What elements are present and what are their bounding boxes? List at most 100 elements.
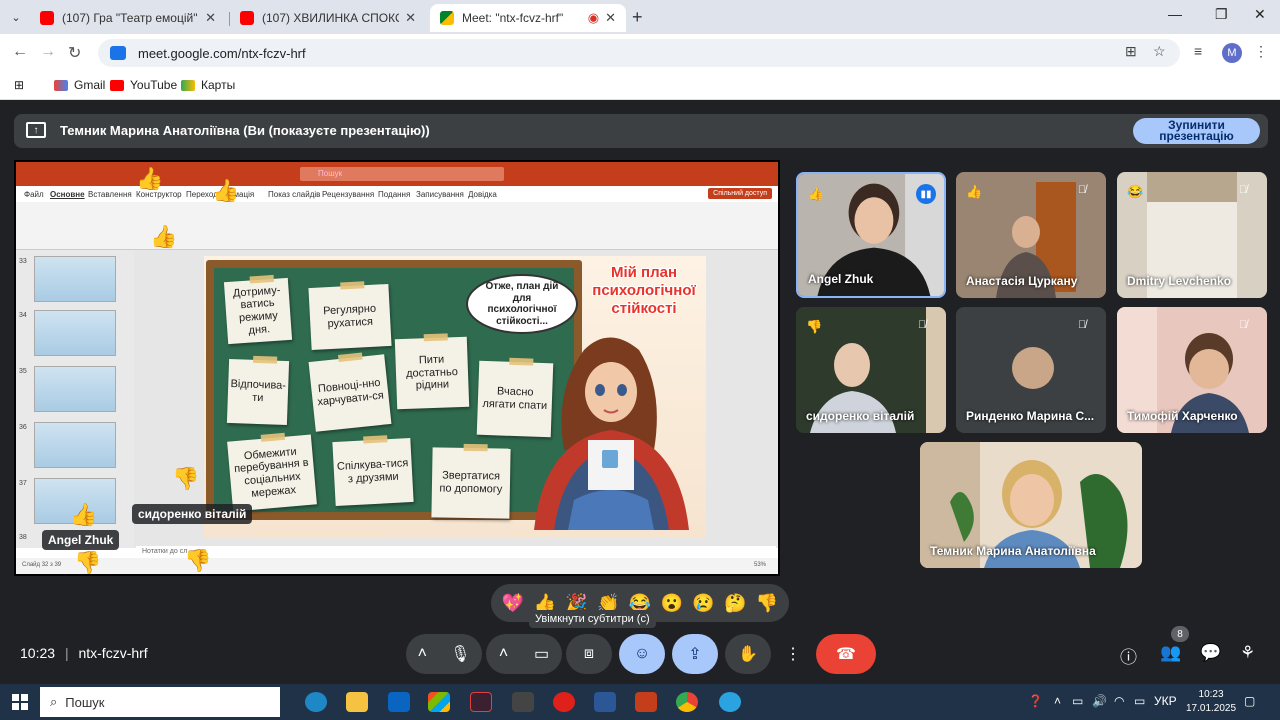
powerpoint-search: Пошук: [300, 167, 504, 181]
close-icon[interactable]: ✕: [605, 10, 616, 26]
thumb-number: 36: [19, 424, 27, 431]
bookmark-youtube[interactable]: YouTube: [110, 78, 177, 92]
participant-tile[interactable]: 🎙̸ Ринденко Марина С...: [956, 307, 1106, 433]
camera-icon[interactable]: ▭: [534, 644, 549, 664]
tab-youtube-2[interactable]: (107) ХВИЛИНКА СПОКОЮ - Y ✕: [230, 4, 426, 32]
stop-presenting-button[interactable]: Зупинити презентацію: [1133, 118, 1260, 144]
close-icon[interactable]: ✕: [205, 10, 216, 26]
participant-tile[interactable]: 😂 🎙̸ Dmitry Levchenko: [1117, 172, 1267, 298]
maximize-icon[interactable]: ❐: [1215, 6, 1228, 23]
bookmark-gmail[interactable]: Gmail: [54, 78, 105, 92]
media-control-icon[interactable]: ≡: [1194, 43, 1202, 59]
translate-icon[interactable]: ⊞: [1125, 43, 1137, 60]
participant-tile[interactable]: 👍 ▮▮ Angel Zhuk: [796, 172, 946, 298]
thumbs-down-reaction[interactable]: 👎: [756, 593, 778, 614]
tray-chevron-icon[interactable]: ˄: [1054, 694, 1061, 708]
surprised-reaction[interactable]: 😮: [661, 593, 683, 614]
notifications-icon[interactable]: ▢: [1244, 694, 1255, 708]
chat-icon[interactable]: 💬: [1200, 643, 1221, 663]
participant-tile[interactable]: 🎙̸ Тимофій Харченко: [1117, 307, 1267, 433]
microphone-control[interactable]: ˄ 🎙: [406, 634, 482, 674]
windows-start-icon[interactable]: [12, 694, 28, 710]
reactions-button[interactable]: ☺: [619, 634, 665, 674]
bookmark-maps[interactable]: Карты: [181, 78, 235, 92]
thinking-reaction[interactable]: 🤔: [724, 593, 746, 614]
minimize-icon[interactable]: —: [1168, 6, 1182, 22]
chevron-up-icon[interactable]: ˄: [418, 645, 427, 663]
tab-meet[interactable]: Meet: "ntx-fcvz-hrf" ◉ ✕: [430, 4, 626, 32]
chrome-icon[interactable]: [676, 692, 698, 712]
people-icon[interactable]: 👥: [1160, 643, 1181, 663]
raise-hand-button[interactable]: ✋: [725, 634, 771, 674]
wifi-icon[interactable]: ◠: [1114, 694, 1124, 708]
more-options-button[interactable]: ⋮: [778, 634, 808, 674]
profile-avatar[interactable]: M: [1222, 43, 1242, 63]
taskbar-search[interactable]: ⌕ Пошук: [40, 687, 280, 717]
reaction-icon: 😂: [1127, 184, 1144, 199]
new-tab-icon[interactable]: +: [632, 7, 643, 28]
more-menu-icon[interactable]: ⋮: [1254, 43, 1268, 60]
thumb-number: 33: [19, 258, 27, 265]
camera-control[interactable]: ˄ ▭: [486, 634, 562, 674]
outlook-icon[interactable]: [388, 692, 410, 712]
tray-app-icon[interactable]: ▭: [1072, 694, 1083, 708]
powerpoint-titlebar: Пошук: [16, 162, 778, 186]
store-icon[interactable]: [428, 692, 450, 712]
present-button[interactable]: ⇪: [672, 634, 718, 674]
file-explorer-icon[interactable]: [346, 692, 368, 712]
bookmark-label: Карты: [201, 78, 236, 92]
url-field[interactable]: meet.google.com/ntx-fczv-hrf: [98, 39, 1180, 67]
powerpoint-icon[interactable]: [635, 692, 657, 712]
reaction-icon: 👎: [806, 319, 823, 334]
close-window-icon[interactable]: ✕: [1254, 6, 1266, 23]
forward-icon[interactable]: →: [40, 43, 56, 61]
mic-muted-icon: 🎙̸: [1239, 184, 1248, 196]
end-call-button[interactable]: ☎: [816, 634, 876, 674]
tab-search-chevron-icon[interactable]: ⌄: [6, 7, 26, 27]
apps-grid-icon[interactable]: ⊞: [14, 78, 24, 92]
participant-tile[interactable]: Темник Марина Анатоліївна: [920, 442, 1142, 568]
chevron-up-icon[interactable]: ˄: [499, 645, 508, 663]
tab-youtube-1[interactable]: (107) Гра "Театр емоцій" - You ✕: [30, 4, 226, 32]
floating-thumbs-down-icon: 👎: [184, 548, 212, 573]
thumb-number: 37: [19, 480, 27, 487]
bookmark-label: Gmail: [74, 78, 106, 92]
captions-button[interactable]: ⧈: [566, 634, 612, 674]
site-info-icon[interactable]: [110, 46, 126, 60]
sparkling-heart-reaction[interactable]: 💖: [502, 593, 524, 614]
floating-thumbs-up-icon: 👍: [70, 502, 98, 527]
mic-muted-icon: 🎙̸: [918, 319, 927, 331]
maps-icon: [181, 79, 195, 91]
info-icon[interactable]: ⓘ: [1120, 643, 1137, 668]
volume-icon[interactable]: 🔊: [1092, 694, 1107, 708]
back-icon[interactable]: ←: [12, 43, 28, 61]
shared-screen: Пошук Файл Основне Вставлення Конструкто…: [14, 160, 780, 576]
telegram-icon[interactable]: [719, 692, 741, 712]
close-icon[interactable]: ✕: [405, 10, 416, 26]
mic-muted-icon: 🎙̸: [1078, 184, 1087, 196]
microphone-icon[interactable]: 🎙: [450, 644, 470, 664]
youtube-icon: [240, 11, 254, 25]
activities-icon[interactable]: ⚘: [1240, 643, 1255, 663]
help-icon[interactable]: ❓: [1028, 694, 1043, 708]
participant-name: Angel Zhuk: [808, 272, 874, 286]
language-indicator[interactable]: УКР: [1154, 694, 1177, 708]
tab-title: (107) Гра "Театр емоцій" - You: [62, 11, 199, 25]
reload-icon[interactable]: ↻: [68, 43, 81, 63]
opera-icon[interactable]: [553, 692, 575, 712]
crying-reaction[interactable]: 😢: [692, 593, 714, 614]
pointer-name-label: сидоренко віталій: [132, 504, 253, 524]
word-icon[interactable]: [594, 692, 616, 712]
participant-tile[interactable]: 👍 🎙̸ Анастасія Цуркану: [956, 172, 1106, 298]
participant-tile[interactable]: 👎 🎙̸ сидоренко віталій: [796, 307, 946, 433]
emoji-icon: ☺: [633, 645, 651, 662]
taskbar-clock[interactable]: 10:23 17.01.2025: [1186, 688, 1236, 716]
bookmark-star-icon[interactable]: ☆: [1153, 43, 1166, 60]
edge-icon[interactable]: [305, 692, 327, 712]
address-bar: ← → ↻ meet.google.com/ntx-fczv-hrf ⊞ ☆ ≡…: [0, 34, 1280, 72]
participant-name: Ринденко Марина С...: [966, 409, 1095, 423]
present-screen-icon: ⇪: [688, 646, 702, 663]
battery-icon[interactable]: ▭: [1134, 694, 1145, 708]
app-icon[interactable]: [470, 692, 492, 712]
video-editor-icon[interactable]: [512, 692, 534, 712]
